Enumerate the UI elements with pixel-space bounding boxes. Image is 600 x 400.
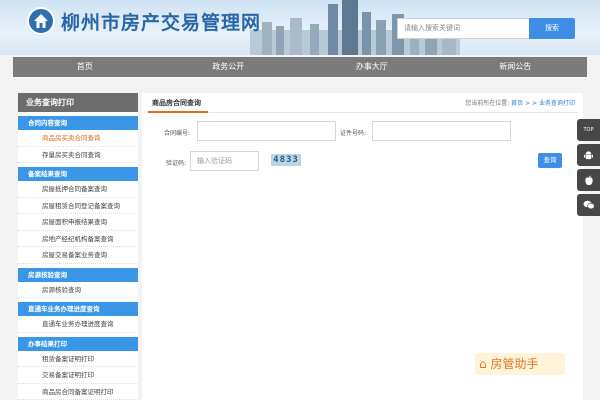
- breadcrumb-prefix: 您当前所在位置:: [465, 100, 510, 107]
- title-underline: [148, 111, 208, 113]
- sidebar-category-result-print[interactable]: 办事结果打印: [18, 336, 138, 351]
- watermark: ⌂ 房管助手: [475, 353, 565, 375]
- android-icon: [584, 150, 593, 159]
- header: 柳州市房产交易管理网 请输入搜索关键词 搜索: [0, 0, 600, 55]
- watermark-app-icon: ⌂: [479, 357, 487, 371]
- sidebar-item-listing-verify[interactable]: 房源核验查询: [18, 282, 138, 298]
- main-nav: 首页 政务公开 办事大厅 新闻公告: [13, 57, 587, 77]
- sidebar-item-mortgage-filing[interactable]: 房屋抵押合同备案查询: [18, 181, 138, 198]
- wechat-button[interactable]: [577, 194, 600, 216]
- sidebar-item-express-progress[interactable]: 直通车业务办理进度查询: [18, 316, 138, 333]
- nav-item-announcements[interactable]: 新闻公告: [444, 57, 588, 77]
- site-logo[interactable]: [27, 7, 55, 35]
- contract-number-label: 合同编号:: [163, 130, 190, 137]
- contract-number-input[interactable]: [197, 121, 336, 141]
- ios-app-button[interactable]: [577, 169, 600, 191]
- captcha-input[interactable]: 输入验证码: [190, 151, 259, 171]
- apple-icon: [584, 174, 593, 185]
- id-number-label: 证件号码:: [339, 130, 366, 137]
- sidebar-item-lease-certificate[interactable]: 租赁备案证明打印: [18, 351, 138, 367]
- page-title: 商品房合同查询: [152, 99, 201, 107]
- watermark-text: 房管助手: [490, 357, 539, 371]
- captcha-image[interactable]: 4833: [271, 154, 301, 166]
- back-to-top-label: TOP: [583, 127, 594, 133]
- sidebar-item-transaction-certificate[interactable]: 交易备案证明打印: [18, 367, 138, 384]
- sidebar-category-contract[interactable]: 合同内容查询: [18, 116, 138, 130]
- breadcrumb-separator: > >: [525, 100, 538, 107]
- back-to-top-button[interactable]: TOP: [577, 119, 600, 141]
- house-logo-icon: [34, 14, 48, 28]
- query-button[interactable]: 查询: [538, 153, 562, 168]
- search-button[interactable]: 搜索: [529, 18, 575, 39]
- nav-item-service-hall[interactable]: 办事大厅: [300, 57, 444, 77]
- breadcrumb: 您当前所在位置: 首页 > > 业务查询打印: [465, 98, 575, 107]
- nav-item-home[interactable]: 首页: [13, 57, 157, 77]
- float-toolbar: TOP: [577, 119, 600, 219]
- sidebar: 业务查询打印 合同内容查询 商品房买卖合同查询 存量房买卖合同查询 备案结果查询…: [18, 93, 138, 400]
- sidebar-item-commercial-certificate[interactable]: 商品房合同备案证明打印: [18, 384, 138, 400]
- captcha-label: 验证码:: [165, 160, 186, 167]
- android-app-button[interactable]: [577, 144, 600, 166]
- sidebar-category-filing[interactable]: 备案结果查询: [18, 167, 138, 181]
- id-number-input[interactable]: [372, 121, 511, 141]
- sidebar-item-agency-filing[interactable]: 房地产经纪机构备案查询: [18, 231, 138, 247]
- sidebar-item-commercial-contract[interactable]: 商品房买卖合同查询: [18, 130, 138, 147]
- search-input[interactable]: 请输入搜索关键词: [397, 18, 529, 39]
- breadcrumb-current[interactable]: 业务查询打印: [539, 100, 575, 107]
- sidebar-category-express-progress[interactable]: 直通车业务办理进度查询: [18, 302, 138, 316]
- sidebar-item-existing-contract[interactable]: 存量房买卖合同查询: [18, 147, 138, 163]
- nav-item-government-affairs[interactable]: 政务公开: [157, 57, 301, 77]
- sidebar-item-lease-filing[interactable]: 房屋租赁合同登记备案查询: [18, 198, 138, 214]
- sidebar-item-area-declaration[interactable]: 房屋面积申报结果查询: [18, 214, 138, 231]
- title-divider: [148, 112, 578, 113]
- site-title: 柳州市房产交易管理网: [61, 12, 262, 34]
- sidebar-item-transaction-filing[interactable]: 房屋交易备案业务查询: [18, 247, 138, 264]
- breadcrumb-home[interactable]: 首页: [511, 100, 523, 107]
- wechat-icon: [583, 200, 595, 210]
- sidebar-category-listing-verify[interactable]: 房源核验查询: [18, 267, 138, 282]
- sidebar-title: 业务查询打印: [18, 93, 138, 112]
